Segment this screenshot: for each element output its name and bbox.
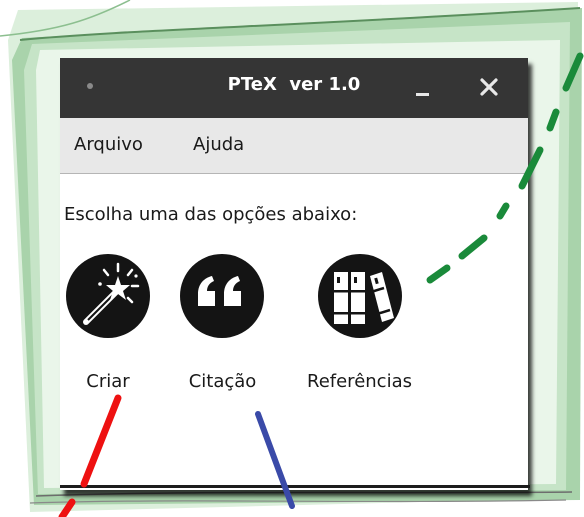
window-title: PTeX ver 1.0 [227,74,361,95]
instruction-text: Escolha uma das opções abaixo: [64,204,358,225]
criar-label: Criar [86,371,130,392]
referencias-button[interactable]: Referências [304,254,424,404]
referencias-label: Referências [307,371,412,392]
window-bottom-edge [60,485,530,488]
menu-bar: Arquivo Ajuda [60,118,528,174]
menu-item-arquivo[interactable]: Arquivo [74,134,143,155]
magic-wand-icon [83,262,140,325]
menu-item-ajuda[interactable]: Ajuda [193,134,244,155]
citacao-button[interactable]: Citação [166,254,286,404]
title-bar[interactable]: PTeX ver 1.0 [60,58,528,118]
books-icon [334,272,394,324]
close-button[interactable] [474,72,504,102]
citacao-label: Citação [188,371,257,392]
quote-icon [198,276,241,306]
criar-button[interactable]: Criar [52,254,172,404]
screenshot-canvas: PTeX ver 1.0 Arquivo Ajuda Escolha uma d… [0,0,584,517]
minimize-button[interactable] [411,75,435,99]
close-icon [480,78,498,96]
ptex-window: PTeX ver 1.0 Arquivo Ajuda Escolha uma d… [60,58,528,490]
